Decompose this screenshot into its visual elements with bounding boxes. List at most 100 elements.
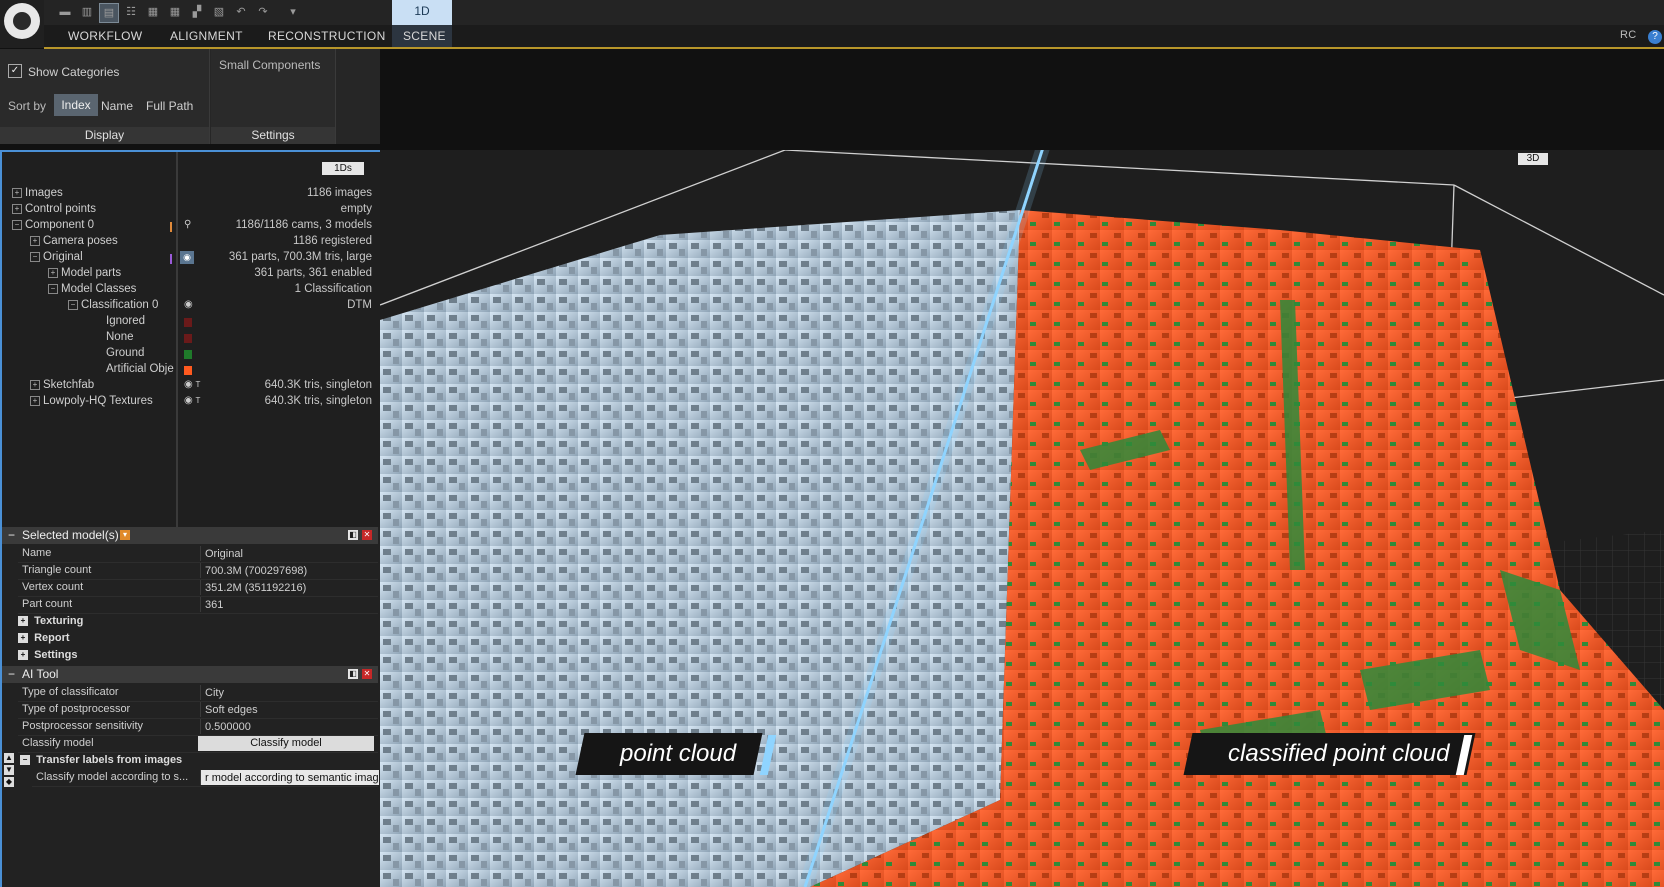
3d-viewport[interactable]: 3D point cloud classified point cloud [380, 150, 1664, 887]
property-row[interactable]: Type of postprocessor Soft edges [18, 701, 378, 719]
dock-icon[interactable]: ◧ [348, 669, 358, 679]
layout-6-icon[interactable]: ▦ [166, 3, 184, 21]
expand-icon[interactable]: + [18, 650, 28, 661]
layout-2-icon[interactable]: ▥ [78, 3, 96, 21]
collapse-icon[interactable]: − [8, 666, 15, 683]
view-mode-badge[interactable]: 3D [1518, 153, 1548, 165]
view-badge[interactable]: 1Ds [322, 162, 364, 175]
menu-reconstruction[interactable]: RECONSTRUCTION [268, 29, 386, 43]
menu-workflow[interactable]: WORKFLOW [68, 29, 142, 43]
viewport-scene[interactable] [380, 150, 1664, 887]
pin-icon[interactable]: ▾ [120, 530, 130, 540]
section-texturing[interactable]: + Texturing [18, 613, 83, 630]
property-value[interactable]: Original [200, 546, 379, 561]
layout-5-icon[interactable]: ▦ [144, 3, 162, 21]
tree-value: 640.3K tris, singleton [264, 395, 372, 407]
tree-row-original[interactable]: − Original [30, 251, 83, 267]
tree-row-classification-0[interactable]: − Classification 0 [68, 299, 158, 315]
visibility-eye-icon[interactable]: ◉ T [184, 395, 200, 406]
tab-1d[interactable]: 1D [392, 0, 452, 25]
expand-icon[interactable]: + [30, 379, 40, 390]
sensitivity-input[interactable]: 0.500000 [200, 719, 379, 734]
property-row[interactable]: Postprocessor sensitivity 0.500000 [18, 718, 378, 736]
show-categories-checkbox[interactable]: ✓ [8, 64, 22, 78]
class-color-swatch[interactable] [184, 366, 192, 375]
sort-index-button[interactable]: Index [54, 94, 98, 116]
tree-row-ignored[interactable]: Ignored [106, 315, 145, 331]
layout-4-icon[interactable]: ☷ [122, 3, 140, 21]
menu-alignment[interactable]: ALIGNMENT [170, 29, 243, 43]
collapse-icon[interactable]: − [8, 527, 15, 544]
visibility-eye-icon[interactable]: ◉ [180, 251, 194, 264]
tree-row-component-0[interactable]: − Component 0 [12, 219, 94, 235]
step-icon[interactable]: ◆ [4, 777, 14, 787]
expand-icon[interactable]: + [18, 633, 28, 644]
move-down-icon[interactable]: ▼ [4, 765, 14, 775]
expand-icon[interactable]: + [12, 203, 22, 214]
tree-row-images[interactable]: + Images [12, 187, 63, 203]
classify-model-button[interactable]: Classify model [198, 736, 374, 751]
class-color-swatch[interactable] [184, 334, 192, 343]
sort-name-button[interactable]: Name [101, 99, 133, 113]
close-icon[interactable]: ✕ [362, 530, 372, 540]
app-logo-icon[interactable] [0, 0, 44, 48]
collapse-icon[interactable]: − [30, 251, 40, 262]
expand-icon[interactable]: + [30, 235, 40, 246]
pin-icon[interactable]: ⚲ [184, 219, 191, 230]
close-icon[interactable]: ✕ [362, 669, 372, 679]
tree-row-camera-poses[interactable]: + Camera poses [30, 235, 118, 251]
tree-label: Original [43, 251, 83, 263]
tree-row-model-classes[interactable]: − Model Classes [48, 283, 136, 299]
menu-scene[interactable]: SCENE [403, 29, 446, 43]
transfer-input[interactable]: r model according to semantic image [200, 770, 379, 785]
class-color-swatch[interactable] [184, 350, 192, 359]
tree-row-control-points[interactable]: + Control points [12, 203, 96, 219]
property-row[interactable]: Classify model according to s... r model … [32, 769, 379, 787]
point-cloud-terrain [380, 210, 1020, 887]
layout-1-icon[interactable]: ▬ [56, 3, 74, 21]
layout-3-icon[interactable]: ▤ [99, 3, 119, 23]
classificator-select[interactable]: City [200, 685, 379, 700]
expand-icon[interactable]: + [18, 616, 28, 627]
move-up-icon[interactable]: ▲ [4, 753, 14, 763]
collapse-icon[interactable]: − [20, 755, 30, 766]
sort-full-path-button[interactable]: Full Path [146, 99, 193, 113]
tree-row-lowpoly-textures[interactable]: + Lowpoly-HQ Textures [30, 395, 153, 411]
undo-icon[interactable]: ↶ [232, 3, 250, 21]
redo-icon[interactable]: ↷ [254, 3, 272, 21]
tree-row-none[interactable]: None [106, 331, 134, 347]
section-settings[interactable]: + Settings [18, 647, 77, 664]
property-row[interactable]: Type of classificator City [18, 684, 378, 702]
expand-icon[interactable]: + [30, 395, 40, 406]
property-row[interactable]: Vertex count 351.2M (351192216) [18, 579, 378, 597]
property-row[interactable]: Triangle count 700.3M (700297698) [18, 562, 378, 580]
scene-tree-panel: 1Ds + Images 1186 images + Control points … [0, 150, 382, 529]
tree-row-sketchfab[interactable]: + Sketchfab [30, 379, 94, 395]
tree-row-ground[interactable]: Ground [106, 347, 144, 363]
visibility-eye-icon[interactable]: ◉ [184, 299, 193, 310]
property-row[interactable]: Part count 361 [18, 596, 378, 614]
tree-row-artificial-objects[interactable]: Artificial Obje [106, 363, 174, 379]
quick-access-icon[interactable]: ▾ [284, 3, 302, 21]
collapse-icon[interactable]: − [48, 283, 58, 294]
visibility-eye-icon[interactable]: ◉ T [184, 379, 200, 390]
property-row[interactable]: Name Original [18, 545, 378, 563]
display-group: ✓ Show Categories Sort by Index Name Ful… [0, 49, 210, 144]
tree-label: Ignored [106, 315, 146, 327]
small-components-button[interactable]: Small Components [219, 58, 320, 72]
section-report[interactable]: + Report [18, 630, 70, 647]
layout-7-icon[interactable]: ▞ [188, 3, 206, 21]
postprocessor-select[interactable]: Soft edges [200, 702, 379, 717]
collapse-icon[interactable]: − [68, 299, 78, 310]
expand-icon[interactable]: + [48, 267, 58, 278]
class-color-swatch[interactable] [184, 318, 192, 327]
help-icon[interactable]: ? [1648, 30, 1662, 44]
collapse-icon[interactable]: − [12, 219, 22, 230]
tree-label: Sketchfab [43, 379, 95, 391]
dock-icon[interactable]: ◧ [348, 530, 358, 540]
property-row[interactable]: Classify model Classify model [18, 735, 378, 753]
section-transfer-labels[interactable]: − Transfer labels from images [20, 752, 182, 769]
layout-8-icon[interactable]: ▧ [210, 3, 228, 21]
tree-row-model-parts[interactable]: + Model parts [48, 267, 121, 283]
expand-icon[interactable]: + [12, 187, 22, 198]
